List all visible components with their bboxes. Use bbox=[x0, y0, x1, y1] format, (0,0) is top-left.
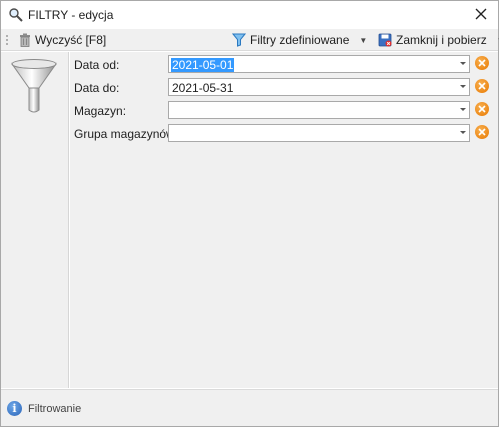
chevron-down-icon[interactable] bbox=[460, 108, 466, 111]
date-from-row: Data od: 2021-05-01 bbox=[70, 54, 498, 74]
clear-x-icon bbox=[478, 105, 486, 113]
toolbar-grip[interactable] bbox=[6, 34, 8, 46]
warehouse-group-row: Grupa magazynów: bbox=[70, 123, 498, 143]
chevron-down-icon[interactable] bbox=[460, 131, 466, 134]
warehouse-label: Magazyn: bbox=[74, 104, 127, 118]
close-and-fetch-label: Zamknij i pobierz bbox=[396, 33, 487, 47]
date-to-row: Data do: 2021-05-31 bbox=[70, 77, 498, 97]
magnifier-filter-icon bbox=[9, 8, 23, 22]
warehouse-row: Magazyn: bbox=[70, 100, 498, 120]
status-text: Filtrowanie bbox=[28, 403, 82, 415]
sidebar bbox=[1, 52, 69, 388]
defined-filters-button[interactable]: Filtry zdefiniowane ▼ bbox=[232, 31, 367, 49]
date-from-field[interactable]: 2021-05-01 bbox=[168, 55, 470, 73]
clear-x-icon bbox=[478, 59, 486, 67]
window-title: FILTRY - edycja bbox=[28, 8, 114, 22]
chevron-down-icon[interactable] bbox=[460, 62, 466, 65]
close-button[interactable] bbox=[468, 3, 494, 25]
filter-edit-window: FILTRY - edycja Wyczyść [F8] Filtry zdef… bbox=[0, 0, 499, 427]
clear-button-label: Wyczyść [F8] bbox=[35, 33, 107, 47]
save-close-icon bbox=[378, 33, 392, 47]
date-to-label: Data do: bbox=[74, 81, 120, 95]
warehouse-group-clear-button[interactable] bbox=[475, 125, 489, 139]
trash-icon bbox=[20, 33, 30, 47]
date-to-value: 2021-05-31 bbox=[172, 81, 234, 95]
close-icon bbox=[475, 8, 487, 20]
funnel-icon bbox=[11, 59, 57, 113]
clear-x-icon bbox=[478, 82, 486, 90]
filter-funnel-icon bbox=[232, 33, 246, 47]
date-to-clear-button[interactable] bbox=[475, 79, 489, 93]
warehouse-field[interactable] bbox=[168, 101, 470, 119]
defined-filters-label: Filtry zdefiniowane bbox=[250, 33, 350, 47]
date-from-value: 2021-05-01 bbox=[171, 58, 235, 72]
warehouse-group-label: Grupa magazynów: bbox=[74, 127, 179, 141]
date-from-label: Data od: bbox=[74, 58, 120, 72]
info-icon: i bbox=[7, 401, 22, 416]
date-to-field[interactable]: 2021-05-31 bbox=[168, 78, 470, 96]
close-and-fetch-button[interactable]: Zamknij i pobierz ▼ bbox=[378, 31, 499, 49]
warehouse-clear-button[interactable] bbox=[475, 102, 489, 116]
title-bar: FILTRY - edycja bbox=[1, 1, 498, 29]
filter-form: Data od: 2021-05-01 Data do: 2021-05-31 bbox=[70, 52, 498, 388]
clear-x-icon bbox=[478, 128, 486, 136]
warehouse-group-field[interactable] bbox=[168, 124, 470, 142]
date-from-clear-button[interactable] bbox=[475, 56, 489, 70]
chevron-down-icon: ▼ bbox=[359, 35, 368, 45]
status-bar: i Filtrowanie bbox=[1, 389, 498, 426]
clear-button[interactable]: Wyczyść [F8] bbox=[19, 31, 106, 49]
chevron-down-icon[interactable] bbox=[460, 85, 466, 88]
toolbar: Wyczyść [F8] Filtry zdefiniowane ▼ Zamkn… bbox=[1, 29, 499, 51]
